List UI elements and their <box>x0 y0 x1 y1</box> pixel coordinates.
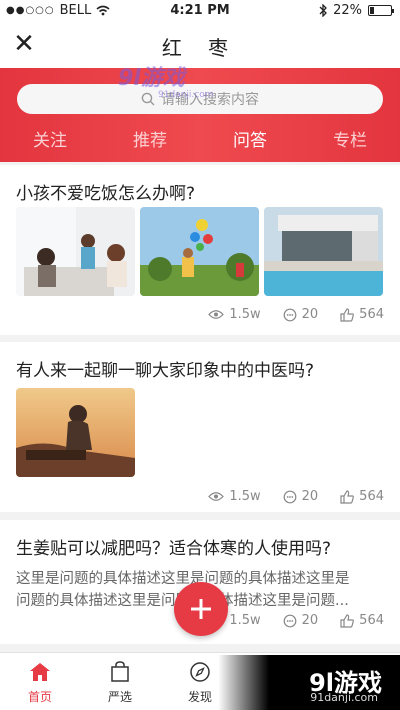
thumbs-up-icon[interactable] <box>340 613 355 628</box>
compass-icon <box>190 662 210 682</box>
post-card[interactable]: 小孩不爱吃饭怎么办啊? 1.5w 20 564 <box>0 165 400 335</box>
thumbs-up-icon[interactable] <box>340 307 355 322</box>
post-image-balloons[interactable] <box>140 207 259 296</box>
post-image-family[interactable] <box>16 207 135 296</box>
views-count: 1.5w <box>229 613 261 628</box>
plus-icon <box>191 599 211 619</box>
post-question[interactable]: 生姜贴可以减肥吗？适合体寒的人使用吗? <box>16 534 331 559</box>
comments-count: 20 <box>301 613 319 628</box>
post-question[interactable]: 有人来一起聊一聊大家印象中的中医吗? <box>16 356 314 381</box>
home-icon <box>30 663 50 681</box>
likes-count: 564 <box>359 613 384 628</box>
eye-icon <box>208 310 225 319</box>
views-count: 1.5w <box>229 489 261 504</box>
tab-qa[interactable]: 问答 <box>200 126 300 151</box>
tab-column[interactable]: 专栏 <box>300 126 400 151</box>
thumbs-up-icon[interactable] <box>340 489 355 504</box>
tabbar-selected[interactable]: 严选 <box>90 661 150 705</box>
tabbar-home[interactable]: 首页 <box>10 661 70 705</box>
comment-icon[interactable] <box>283 490 297 504</box>
eye-icon <box>208 492 225 501</box>
comment-icon[interactable] <box>283 614 297 628</box>
post-card[interactable]: 有人来一起聊一聊大家印象中的中医吗? 1.5w 20 564 <box>0 342 400 512</box>
battery-percent: 22% <box>333 3 362 18</box>
comments-count: 20 <box>301 307 319 322</box>
add-question-button[interactable] <box>174 582 228 636</box>
comment-icon[interactable] <box>283 308 297 322</box>
post-stats: 1.5w 20 564 <box>208 613 384 628</box>
comments-count: 20 <box>301 489 319 504</box>
post-stats: 1.5w 20 564 <box>208 307 384 322</box>
logo-watermark: 9l游戏 91danji.com <box>118 66 214 100</box>
shopping-bag-icon <box>111 661 129 682</box>
post-image-sunset-car[interactable] <box>16 388 135 477</box>
tab-follow[interactable]: 关注 <box>0 126 100 151</box>
battery-icon <box>368 5 394 16</box>
status-bar: ●●○○○ BELL 4:21 PM 22% <box>0 0 400 22</box>
post-question[interactable]: 小孩不爱吃饭怎么办啊? <box>16 179 195 204</box>
page-title: 红 枣 <box>161 36 239 60</box>
post-stats: 1.5w 20 564 <box>208 489 384 504</box>
category-tabs: 关注 推荐 问答 专栏 <box>0 126 400 151</box>
likes-count: 564 <box>359 307 384 322</box>
bluetooth-icon <box>319 4 328 17</box>
views-count: 1.5w <box>229 307 261 322</box>
likes-count: 564 <box>359 489 384 504</box>
post-image-pool-house[interactable] <box>264 207 383 296</box>
tab-recommend[interactable]: 推荐 <box>100 126 200 151</box>
site-watermark: 9l游戏 91danji.com <box>218 655 400 710</box>
